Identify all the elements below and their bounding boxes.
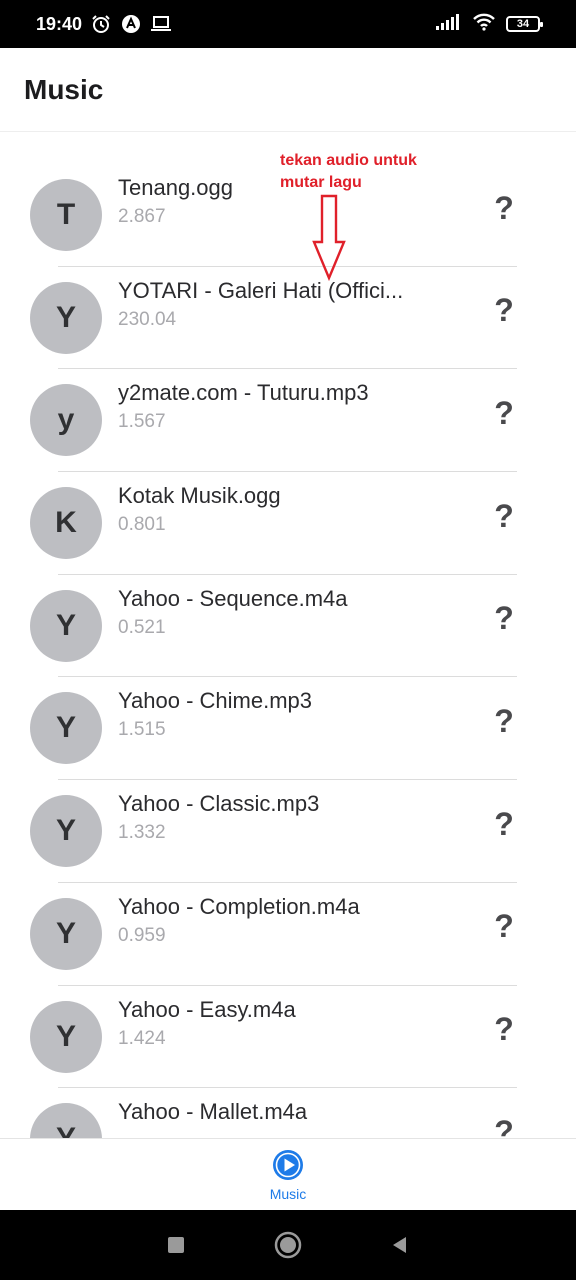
play-circle-icon bbox=[273, 1149, 303, 1180]
help-icon[interactable]: ? bbox=[486, 1010, 522, 1050]
list-item-title: Yahoo - Classic.mp3 bbox=[118, 791, 320, 817]
home-button[interactable] bbox=[268, 1225, 308, 1265]
avatar: K bbox=[30, 487, 102, 560]
back-button[interactable] bbox=[380, 1225, 420, 1265]
music-list: T Tenang.ogg 2.867? Y YOTARI - Galeri Hati (… bbox=[0, 164, 576, 1138]
alarm-icon bbox=[90, 13, 112, 35]
help-icon[interactable]: ? bbox=[486, 701, 522, 741]
list-item-subtitle: 1.424 bbox=[118, 1027, 166, 1049]
avatar: T bbox=[30, 179, 102, 251]
list-item[interactable]: Y Yahoo - Classic.mp3 1.332? bbox=[0, 780, 576, 883]
annotation-note: tekan audio untuk mutar lagu bbox=[280, 150, 460, 194]
list-item[interactable]: Y Yahoo - Chime.mp3 1.515? bbox=[0, 677, 576, 781]
list-item[interactable]: Y Yahoo - Sequence.m4a 0.521? bbox=[0, 575, 576, 678]
avatar: Y bbox=[30, 1103, 102, 1138]
avatar: Y bbox=[30, 897, 102, 970]
list-item-title: Yahoo - Sequence.m4a bbox=[118, 585, 348, 611]
annotation-line-1: tekan audio untuk bbox=[280, 152, 417, 169]
list-item-title: Kotak Musik.ogg bbox=[118, 483, 281, 509]
avatar: y bbox=[30, 384, 102, 457]
list-item[interactable]: Y Yahoo - Completion.m4a 0.959? bbox=[0, 883, 576, 986]
list-item[interactable]: y y2mate.com - Tuturu.mp3 1.567? bbox=[0, 369, 576, 473]
system-nav-bar bbox=[0, 1210, 576, 1280]
bottom-tab-bar: Music bbox=[0, 1138, 576, 1210]
help-icon[interactable]: ? bbox=[486, 291, 522, 331]
list-item-title: Yahoo - Completion.m4a bbox=[118, 893, 360, 919]
music-list-area[interactable]: T Tenang.ogg 2.867? Y YOTARI - Galeri Hati (… bbox=[0, 132, 576, 1138]
battery-icon: 34 bbox=[506, 16, 543, 32]
list-item[interactable]: Y Yahoo - Mallet.m4a? bbox=[0, 1088, 576, 1138]
app-header: Music bbox=[0, 48, 576, 132]
avatar: Y bbox=[30, 692, 102, 765]
wifi-icon bbox=[472, 13, 496, 36]
annotation-line-2: mutar lagu bbox=[280, 174, 362, 191]
avatar: Y bbox=[30, 281, 102, 354]
list-item[interactable]: K Kotak Musik.ogg 0.801? bbox=[0, 472, 576, 575]
signal-icon bbox=[436, 13, 462, 35]
recents-button[interactable] bbox=[156, 1225, 196, 1265]
list-item-title: Yahoo - Mallet.m4a bbox=[118, 1099, 308, 1125]
help-icon[interactable]: ? bbox=[486, 496, 522, 536]
list-item-subtitle: 2.867 bbox=[118, 206, 166, 227]
list-item-subtitle: 230.04 bbox=[118, 308, 177, 330]
list-item[interactable]: Y Yahoo - Easy.m4a 1.424? bbox=[0, 986, 576, 1089]
tab-music[interactable]: Music bbox=[269, 1148, 307, 1202]
list-item-title: YOTARI - Galeri Hati (Offici... bbox=[118, 277, 404, 303]
list-item-subtitle: 1.567 bbox=[118, 411, 166, 433]
app-a-icon bbox=[120, 13, 142, 35]
tab-music-label: Music bbox=[269, 1185, 307, 1202]
list-item-title: Yahoo - Chime.mp3 bbox=[118, 688, 313, 714]
help-icon[interactable]: ? bbox=[486, 804, 522, 844]
list-item[interactable]: Y YOTARI - Galeri Hati (Offici... 230.04? bbox=[0, 267, 576, 370]
list-item-subtitle: 1.332 bbox=[118, 822, 166, 844]
avatar: Y bbox=[30, 1000, 102, 1073]
help-icon[interactable]: ? bbox=[486, 1112, 522, 1138]
list-item-subtitle: 1.515 bbox=[118, 719, 166, 741]
status-right: 34 bbox=[436, 13, 543, 36]
help-icon[interactable]: ? bbox=[486, 188, 522, 228]
list-item-subtitle: 0.801 bbox=[118, 514, 166, 536]
list-item-title: y2mate.com - Tuturu.mp3 bbox=[118, 380, 369, 406]
back-triangle-icon bbox=[393, 1237, 406, 1253]
annotation-arrow-icon bbox=[312, 194, 346, 282]
list-item-subtitle: 0.521 bbox=[118, 616, 166, 638]
help-icon[interactable]: ? bbox=[486, 907, 522, 947]
status-time: 19:40 bbox=[36, 13, 83, 34]
help-icon[interactable]: ? bbox=[486, 393, 522, 433]
avatar: Y bbox=[30, 795, 102, 868]
avatar: Y bbox=[30, 589, 102, 662]
recents-square-icon bbox=[168, 1237, 184, 1253]
status-left: 19:40 bbox=[36, 13, 172, 35]
laptop-icon bbox=[150, 13, 172, 35]
home-circle-icon bbox=[274, 1231, 302, 1259]
page-title: Music bbox=[24, 73, 104, 105]
help-icon[interactable]: ? bbox=[486, 599, 522, 639]
list-item-subtitle: 0.959 bbox=[118, 924, 166, 946]
status-bar: 19:40 34 bbox=[0, 0, 576, 48]
list-item-title: Yahoo - Easy.m4a bbox=[118, 996, 296, 1022]
